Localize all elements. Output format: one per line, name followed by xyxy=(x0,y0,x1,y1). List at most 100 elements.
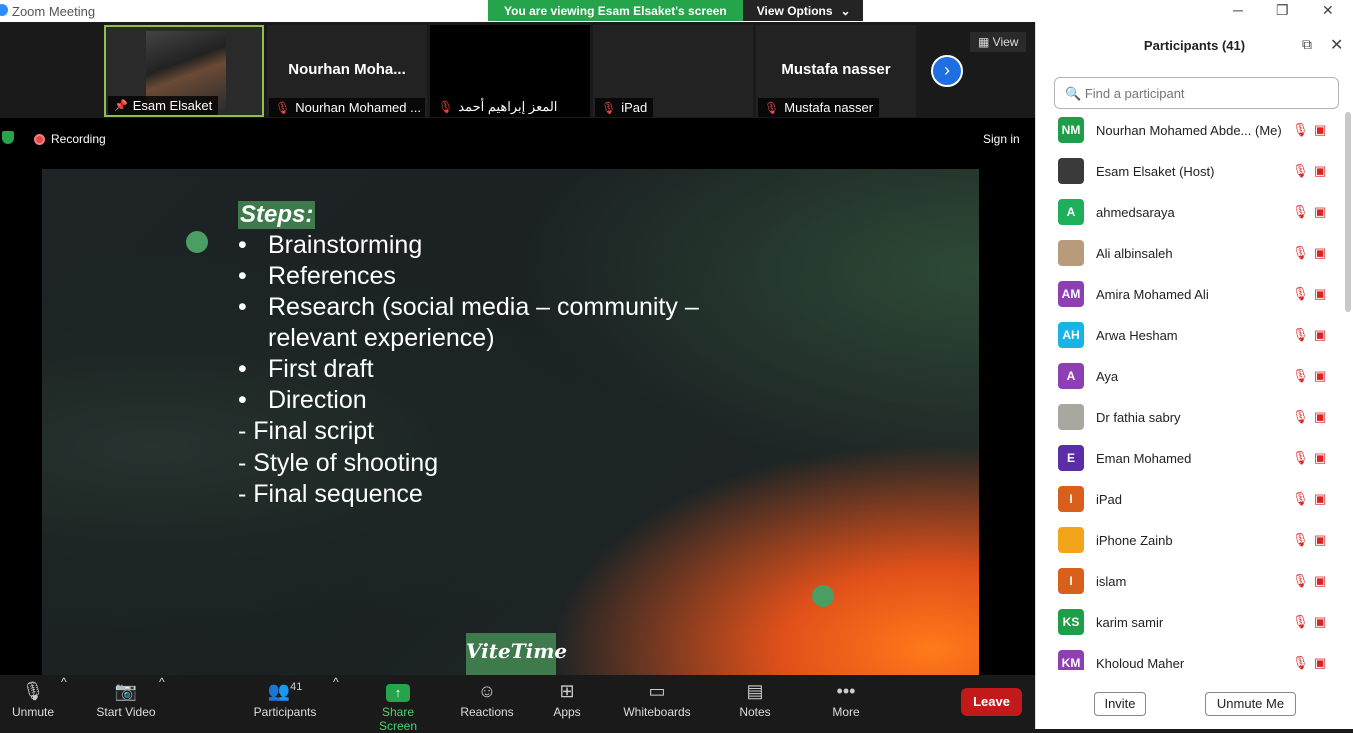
avatar xyxy=(1058,240,1084,266)
viewing-screen-text: You are viewing Esam Elsaket's screen xyxy=(488,0,743,21)
search-input[interactable] xyxy=(1084,86,1325,101)
screen-share-banner: You are viewing Esam Elsaket's screen Vi… xyxy=(488,0,863,21)
participant-row[interactable]: Dr fathia sabry 🎙 ▣ xyxy=(1036,397,1344,438)
participant-row[interactable]: Ali albinsaleh 🎙 ▣ xyxy=(1036,233,1344,274)
minimize-icon[interactable]: ─ xyxy=(1233,2,1243,18)
restore-icon[interactable]: ❐ xyxy=(1276,2,1289,19)
avatar: AM xyxy=(1058,281,1084,307)
record-icon xyxy=(34,133,45,145)
unmute-button[interactable]: 🎙 Unmute xyxy=(10,675,56,729)
participant-row[interactable]: Iislam 🎙 ▣ xyxy=(1036,561,1344,602)
avatar: NM xyxy=(1058,117,1084,143)
participant-row[interactable]: KS karim samir 🎙 ▣ xyxy=(1036,602,1344,643)
participant-name: iPhone Zainb xyxy=(1096,533,1173,548)
view-options-button[interactable]: View Options ⌄ xyxy=(742,0,863,21)
unmute-label: Unmute xyxy=(11,705,55,719)
participants-icon: 👥41 xyxy=(267,681,303,701)
security-shield-icon[interactable] xyxy=(2,131,14,144)
unmute-me-button[interactable]: Unmute Me xyxy=(1205,692,1296,716)
mic-muted-icon: 🎙 xyxy=(1292,573,1309,588)
participants-options-caret-icon[interactable]: ^ xyxy=(333,675,339,689)
more-label: More xyxy=(832,705,860,719)
participant-name: المعز إبراهيم أحمد xyxy=(458,99,558,114)
mic-muted-icon: 🎙 xyxy=(1292,163,1309,178)
apps-button[interactable]: ⊞ Apps xyxy=(548,675,586,729)
mic-muted-icon: 🎙 xyxy=(1292,245,1309,260)
decorative-circle xyxy=(186,231,208,253)
mic-muted-icon: 🎙 xyxy=(1292,614,1309,629)
participant-name: Nourhan Mohamed Abde... (Me) xyxy=(1096,123,1282,138)
more-button[interactable]: ••• More xyxy=(828,675,864,729)
share-screen-button[interactable]: ↑ Share Screen xyxy=(362,675,434,733)
whiteboards-button[interactable]: ▭ Whiteboards xyxy=(620,675,694,729)
slide-bullet: • References xyxy=(238,262,396,290)
video-off-icon: ▣ xyxy=(1314,655,1327,670)
participant-row[interactable]: Esam Elsaket (Host) 🎙 ▣ xyxy=(1036,151,1344,192)
participant-row[interactable]: A Aya 🎙 ▣ xyxy=(1036,356,1344,397)
next-page-button[interactable]: › xyxy=(931,55,963,87)
search-icon: 🔍 xyxy=(1065,86,1082,101)
video-thumbnail[interactable]: Mustafa nasser 🎙 Mustafa nasser xyxy=(756,25,916,117)
video-off-icon: ▣ xyxy=(1314,286,1327,301)
mic-muted-icon: 🎙 xyxy=(275,100,291,115)
video-thumbnail[interactable]: 📌 Esam Elsaket xyxy=(104,25,264,117)
reactions-button[interactable]: ☺ Reactions xyxy=(458,675,516,729)
avatar: KM xyxy=(1058,650,1084,670)
video-thumbnail[interactable]: 🎙 iPad xyxy=(593,25,753,117)
mic-muted-icon: 🎙 xyxy=(438,100,454,114)
sign-in-link[interactable]: Sign in xyxy=(983,132,1020,146)
participant-name: iPad xyxy=(621,100,648,115)
mic-muted-icon: 🎙 xyxy=(1292,409,1309,424)
leave-button[interactable]: Leave xyxy=(961,688,1022,716)
participant-row[interactable]: IiPad 🎙 ▣ xyxy=(1036,479,1344,520)
slide-bullet: • Research (social media – community – xyxy=(238,293,699,321)
audio-options-caret-icon[interactable]: ^ xyxy=(61,675,67,689)
video-options-caret-icon[interactable]: ^ xyxy=(159,675,165,689)
participant-row[interactable]: E Eman Mohamed 🎙 ▣ xyxy=(1036,438,1344,479)
participant-row[interactable]: NM Nourhan Mohamed Abde... (Me) 🎙 ▣ xyxy=(1036,110,1344,151)
recording-indicator[interactable]: Recording xyxy=(34,132,106,146)
participant-name: Kholoud Maher xyxy=(1096,656,1185,670)
mic-muted-icon: 🎙 xyxy=(1292,491,1309,506)
video-off-icon: ▣ xyxy=(1314,450,1327,465)
participant-row[interactable]: iPhone Zainb 🎙 ▣ xyxy=(1036,520,1344,561)
close-panel-icon[interactable]: ✕ xyxy=(1330,35,1343,55)
video-off-icon: ▣ xyxy=(1314,573,1327,588)
view-options-label: View Options xyxy=(756,4,833,18)
window-title: Zoom Meeting xyxy=(12,4,96,19)
notes-label: Notes xyxy=(739,705,771,719)
video-thumbnail[interactable]: Nourhan Moha... 🎙 Nourhan Mohamed ... xyxy=(267,25,427,117)
grid-icon: ▦ xyxy=(978,35,993,49)
avatar: KS xyxy=(1058,609,1084,635)
avatar: A xyxy=(1058,199,1084,225)
participant-list-scrollbar[interactable] xyxy=(1345,112,1351,312)
mic-muted-icon: 🎙 xyxy=(1292,655,1309,670)
view-button[interactable]: ▦ View xyxy=(970,32,1027,52)
participant-row[interactable]: AM Amira Mohamed Ali 🎙 ▣ xyxy=(1036,274,1344,315)
start-video-button[interactable]: 📷 Start Video xyxy=(94,675,158,729)
participant-row[interactable]: AH Arwa Hesham 🎙 ▣ xyxy=(1036,315,1344,356)
participant-name: Esam Elsaket xyxy=(132,98,213,113)
apps-label: Apps xyxy=(553,705,581,719)
participant-search[interactable]: 🔍 xyxy=(1054,77,1339,109)
notes-button[interactable]: ▤ Notes xyxy=(736,675,774,729)
thumbnail-label: 🎙 Mustafa nasser xyxy=(758,98,880,117)
participants-panel: Participants (41) ⧉ ✕ 🔍 NMNourhan Mohame… xyxy=(1035,22,1353,729)
participant-name: Nourhan Mohamed ... xyxy=(295,100,421,115)
participant-list: NM Nourhan Mohamed Abde... (Me) 🎙 ▣ Esam Els… xyxy=(1036,110,1344,670)
participant-row[interactable]: Aahmedsaraya 🎙 ▣ xyxy=(1036,192,1344,233)
video-off-icon: 📷 xyxy=(114,681,138,701)
close-icon[interactable]: ✕ xyxy=(1322,2,1334,19)
avatar: AH xyxy=(1058,322,1084,348)
participants-button[interactable]: 👥41 Participants xyxy=(252,675,318,729)
video-off-icon: ▣ xyxy=(1314,245,1327,260)
popout-icon[interactable]: ⧉ xyxy=(1302,36,1312,53)
participant-name: islam xyxy=(1096,574,1127,589)
video-off-icon: ▣ xyxy=(1314,327,1327,342)
notes-icon: ▤ xyxy=(746,681,764,701)
video-thumbnail[interactable]: 🎙 المعز إبراهيم أحمد xyxy=(430,25,590,117)
thumbnail-label: 🎙 المعز إبراهيم أحمد xyxy=(432,97,564,117)
participant-row[interactable]: KM Kholoud Maher 🎙 ▣ xyxy=(1036,643,1344,670)
invite-button[interactable]: Invite xyxy=(1094,692,1146,716)
mic-muted-icon: 🎙 xyxy=(1292,532,1309,547)
